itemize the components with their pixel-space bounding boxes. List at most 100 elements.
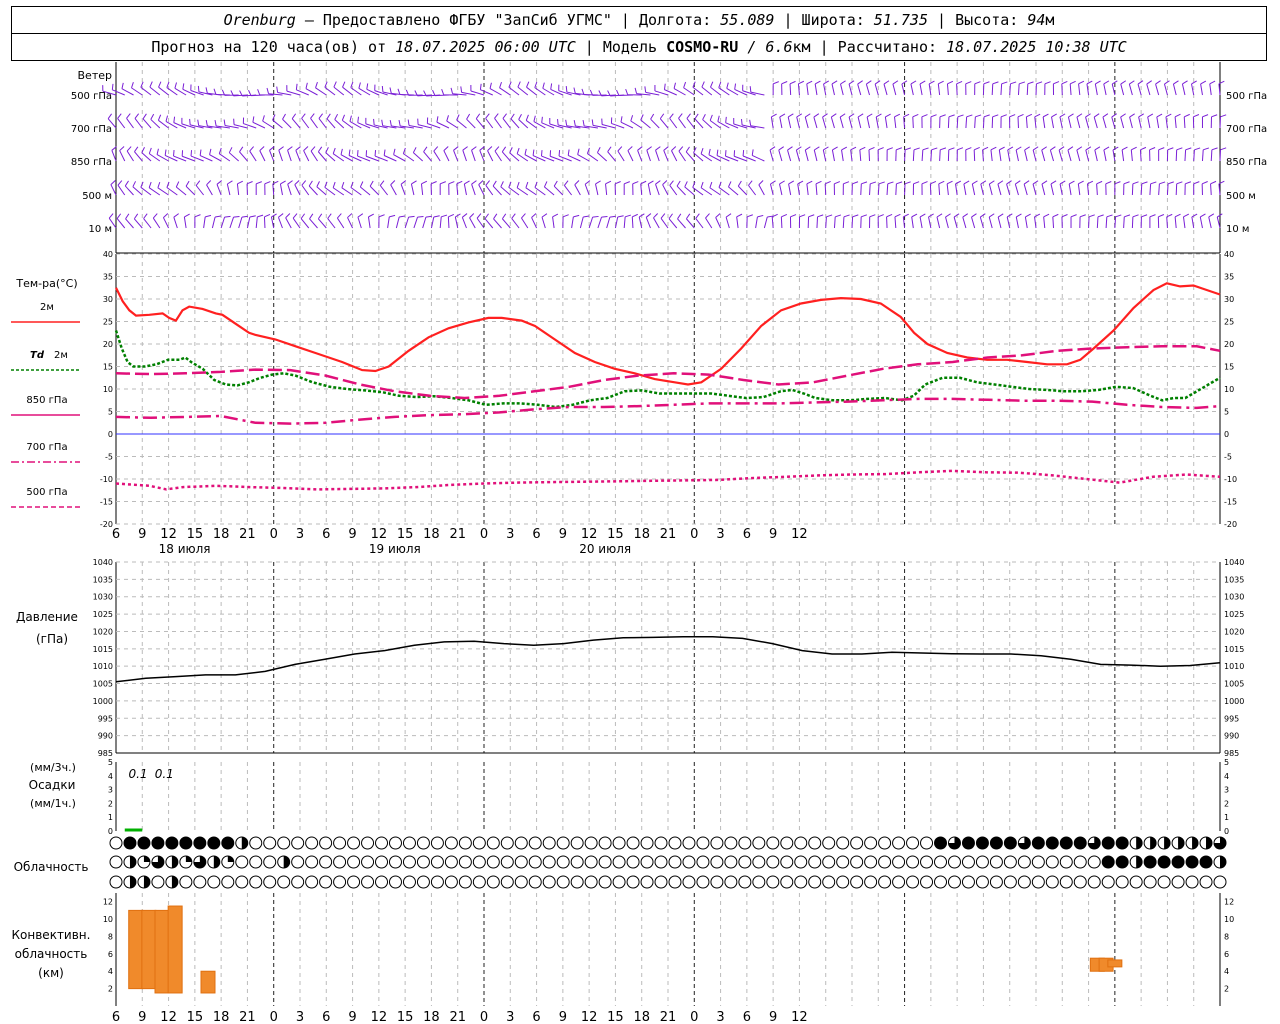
cloud-circle: [710, 836, 724, 850]
wind-barb-feather: [326, 113, 331, 120]
wind-barb-shaft: [149, 86, 161, 96]
wind-barb-feather: [1202, 114, 1209, 118]
wind-barb-feather: [295, 83, 298, 90]
wind-barb-shaft: [1172, 83, 1177, 96]
wind-barb-feather: [582, 119, 585, 127]
time-tick-bottom: 9: [559, 1010, 567, 1024]
wind-barb-feather: [228, 147, 233, 153]
wind-barb-feather: [381, 119, 384, 126]
wind-barb-shaft: [655, 184, 660, 196]
cloud-circle: [808, 855, 822, 869]
wind-barb-feather: [301, 113, 306, 119]
time-tick-bottom: 9: [769, 1010, 777, 1024]
temp-tick-left: -10: [100, 475, 113, 484]
wind-barb-shaft: [946, 183, 949, 196]
wind-barb-feather: [874, 80, 881, 85]
wind-barb-feather: [325, 147, 329, 153]
wind-barb-shaft: [1199, 216, 1203, 229]
wind-barb-feather: [213, 88, 217, 95]
wind-barb-shaft: [930, 149, 933, 162]
wind-barb-feather: [471, 146, 477, 151]
wind-barb-feather: [894, 113, 901, 118]
wind-barb-feather: [928, 80, 935, 85]
wind-barb-feather: [462, 146, 468, 151]
wind-barb-shaft: [116, 218, 126, 229]
wind-barb-feather: [716, 149, 719, 156]
wind-barb-shaft: [1129, 116, 1133, 129]
wind-barb-shaft: [883, 83, 888, 96]
time-tick: 12: [791, 527, 808, 542]
wind-level-label-right: 500 гПа: [1226, 91, 1267, 102]
cloud-circle: [752, 855, 766, 869]
wind-barb-shaft: [1130, 149, 1133, 162]
wind-barb-feather: [450, 87, 454, 94]
wind-barb-shaft: [678, 118, 686, 129]
precip-tick-left: 2: [108, 799, 113, 808]
wind-barb-feather: [294, 180, 300, 185]
wind-barb-feather: [850, 146, 857, 151]
wind-barb-shaft: [839, 116, 844, 129]
cloud-symbols: [109, 836, 1227, 889]
wind-barb-feather: [734, 83, 737, 90]
wind-barb-feather: [358, 82, 361, 89]
wind-barb-shaft: [563, 185, 573, 196]
wind-barb-feather: [1024, 146, 1030, 151]
wind-barb-feather: [1103, 146, 1110, 151]
time-tick-bottom: 21: [449, 1010, 466, 1024]
wind-barb-feather: [173, 116, 176, 123]
wind-barb-feather: [779, 180, 785, 185]
wind-barb-feather: [337, 213, 342, 219]
wind-barb-feather: [596, 147, 601, 153]
wind-barb-feather: [1053, 81, 1060, 85]
wind-barb-feather: [709, 181, 713, 188]
wind-barb-feather: [332, 181, 336, 188]
wind-barb-shaft: [124, 185, 134, 196]
wind-barb-feather: [644, 86, 647, 93]
cloud-circle: [696, 836, 710, 850]
wind-barb-feather: [592, 215, 599, 218]
wind-barb-feather: [334, 113, 339, 120]
wind-barb-feather: [883, 80, 890, 85]
cloud-circle: [780, 875, 794, 889]
wind-barb-shaft: [1123, 216, 1125, 229]
conv-bar: [200, 970, 216, 994]
wind-barb-feather: [1041, 180, 1048, 185]
cloud-fill: [143, 856, 150, 862]
cloud-circle: [794, 875, 808, 889]
wind-barb-shaft: [239, 151, 248, 162]
wind-barb-feather: [1137, 80, 1144, 85]
cloud-circle: [906, 855, 920, 869]
cloud-circle: [207, 875, 221, 889]
wind-barb-feather: [1105, 181, 1112, 185]
wind-barb-shaft: [516, 153, 529, 162]
wind-barb-feather: [257, 89, 261, 96]
cloud-fill: [241, 837, 248, 849]
wind-barb-feather: [911, 213, 918, 218]
wind-barb-feather: [746, 214, 753, 218]
wind-barb-feather: [389, 87, 392, 94]
precip-tick-right: 4: [1224, 772, 1229, 781]
wind-barb-feather: [931, 147, 938, 151]
wind-barb-feather: [650, 113, 655, 120]
wind-barb-feather: [227, 180, 233, 185]
wind-barb-feather: [1194, 147, 1201, 151]
wind-barb-feather: [357, 116, 359, 123]
wind-barb-shaft: [728, 186, 739, 196]
wind-barb-feather: [237, 180, 244, 185]
conv-tick-left: 4: [108, 967, 113, 976]
wind-barb-feather: [411, 180, 417, 185]
time-tick-bottom: 3: [506, 1010, 514, 1024]
wind-barb-feather: [749, 86, 752, 93]
time-tick-bottom: 21: [660, 1010, 677, 1024]
cloud-circle: [584, 836, 598, 850]
wind-barb-feather: [310, 113, 315, 119]
wind-barb-feather: [1149, 147, 1156, 151]
cloud-fill: [1004, 837, 1017, 849]
wind-barb-feather: [285, 213, 291, 219]
wind-barb-feather: [412, 147, 417, 153]
cloud-circle: [640, 875, 654, 889]
wind-barb-shaft: [1181, 83, 1186, 96]
cloud-circle: [989, 875, 1003, 889]
cloud-circle: [361, 875, 375, 889]
cloud-circle: [696, 875, 710, 889]
